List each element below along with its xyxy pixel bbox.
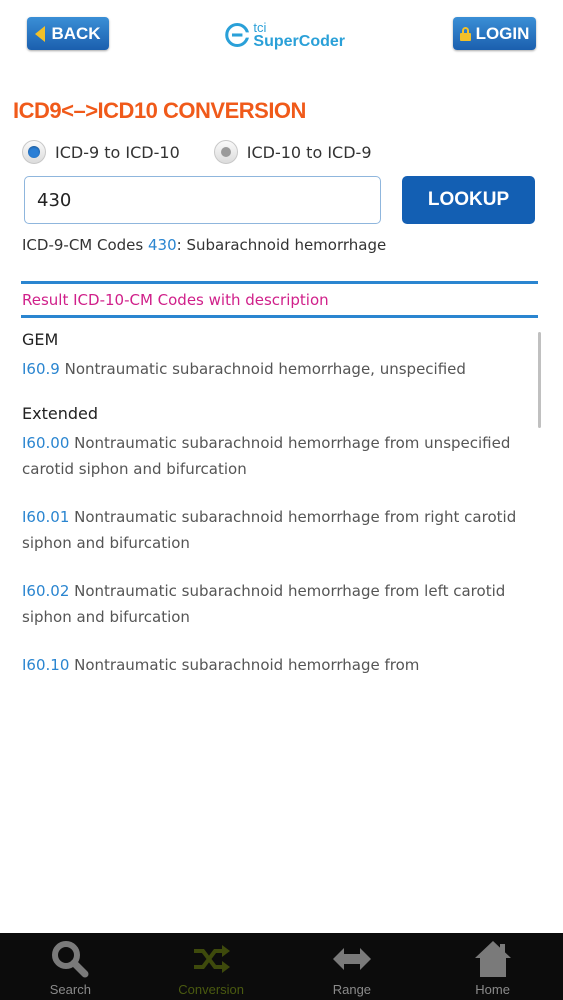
source-code-prefix: ICD-9-CM Codes [22, 236, 148, 254]
result-code[interactable]: I60.00 [22, 434, 69, 452]
result-desc: Nontraumatic subarachnoid hemorrhage fro… [22, 434, 511, 478]
result-code[interactable]: I60.9 [22, 360, 60, 378]
list-item[interactable]: I60.02 Nontraumatic subarachnoid hemorrh… [22, 578, 522, 630]
result-bottom-divider [21, 315, 538, 318]
result-desc: Nontraumatic subarachnoid hemorrhage, un… [59, 360, 466, 378]
logo-tci-text: tci [253, 19, 267, 35]
back-button-label: BACK [51, 23, 101, 43]
result-desc: Nontraumatic subarachnoid hemorrhage fro… [22, 582, 506, 626]
double-arrow-icon [332, 948, 371, 970]
result-group-extended: Extended I60.00 Nontraumatic subarachnoi… [22, 404, 522, 678]
back-button[interactable]: BACK [27, 17, 109, 50]
group-title: GEM [22, 330, 59, 349]
tab-home[interactable]: Home [422, 933, 563, 1000]
logo-name-text: SuperCoder [253, 32, 345, 50]
list-item[interactable]: I60.01 Nontraumatic subarachnoid hemorrh… [22, 504, 522, 556]
shuffle-icon [194, 945, 231, 973]
radio-checked-icon[interactable] [22, 140, 46, 164]
list-item[interactable]: I60.9 Nontraumatic subarachnoid hemorrha… [22, 356, 522, 382]
result-code[interactable]: I60.01 [22, 508, 69, 526]
tab-conversion[interactable]: Conversion [141, 933, 282, 1000]
radio-label-icd10-to-icd9: ICD-10 to ICD-9 [246, 142, 372, 162]
login-button-label: LOGIN [475, 23, 530, 43]
radio-icd10-to-icd9[interactable]: ICD-10 to ICD-9 [213, 140, 372, 164]
list-item[interactable]: I60.10 Nontraumatic subarachnoid hemorrh… [22, 652, 522, 678]
results-list[interactable]: GEM I60.9 Nontraumatic subarachnoid hemo… [22, 330, 522, 700]
conversion-direction-options: ICD-9 to ICD-10 ICD-10 to ICD-9 [22, 140, 372, 164]
source-code-value[interactable]: 430 [148, 236, 177, 254]
tab-label: Home [475, 982, 510, 997]
result-group-gem: GEM I60.9 Nontraumatic subarachnoid hemo… [22, 330, 522, 382]
tab-label: Search [49, 982, 91, 997]
lookup-button[interactable]: LOOKUP [402, 176, 535, 224]
result-header: Result ICD-10-CM Codes with description [22, 291, 329, 309]
lock-icon [459, 26, 471, 41]
results-scrollbar[interactable] [538, 332, 541, 428]
home-icon [474, 941, 511, 977]
radio-label-icd9-to-icd10: ICD-9 to ICD-10 [55, 142, 180, 162]
result-desc: Nontraumatic subarachnoid hemorrhage fro… [22, 508, 517, 552]
source-code-description: ICD-9-CM Codes 430: Subarachnoid hemorrh… [22, 236, 386, 254]
radio-unchecked-icon[interactable] [213, 140, 238, 164]
search-icon [52, 941, 89, 978]
code-input[interactable] [24, 176, 381, 224]
bottom-tab-bar: Search Conversion Range Home [0, 933, 563, 1000]
tab-search[interactable]: Search [0, 933, 141, 1000]
login-button[interactable]: LOGIN [453, 17, 536, 50]
radio-icd9-to-icd10[interactable]: ICD-9 to ICD-10 [22, 140, 180, 164]
group-title: Extended [22, 404, 98, 423]
page-title: ICD9<–>ICD10 CONVERSION [13, 98, 306, 123]
back-arrow-icon [35, 25, 46, 42]
supercoder-logo: tci SuperCoder [225, 18, 345, 52]
result-top-divider [21, 281, 538, 284]
result-desc: Nontraumatic subarachnoid hemorrhage fro… [69, 656, 420, 674]
result-code[interactable]: I60.10 [22, 656, 69, 674]
tab-range[interactable]: Range [282, 933, 423, 1000]
result-code[interactable]: I60.02 [22, 582, 69, 600]
supercoder-logo-icon [225, 23, 250, 47]
tab-label: Range [332, 982, 372, 997]
header-bar: BACK tci SuperCoder LOGIN [0, 0, 563, 70]
tab-label: Conversion [178, 982, 244, 997]
list-item[interactable]: I60.00 Nontraumatic subarachnoid hemorrh… [22, 430, 522, 482]
source-code-desc: : Subarachnoid hemorrhage [176, 236, 387, 254]
